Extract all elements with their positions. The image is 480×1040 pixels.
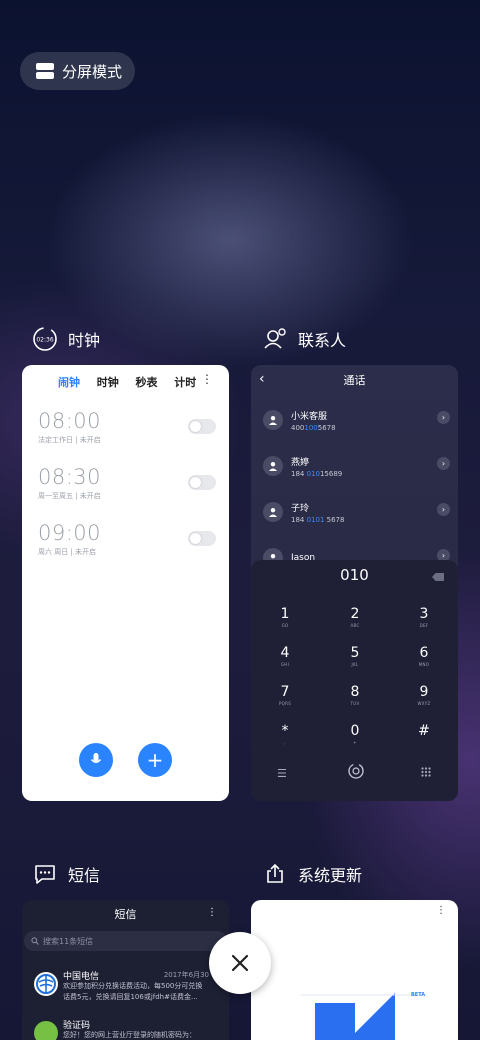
contacts-app-name: 联系人 bbox=[298, 331, 347, 350]
tab-stopwatch[interactable]: 秒表 bbox=[136, 374, 175, 390]
chevron-right-icon[interactable]: › bbox=[437, 503, 450, 516]
sms-search-input[interactable]: 搜索11条短信 bbox=[24, 931, 227, 951]
tab-alarm[interactable]: 闹钟 bbox=[58, 374, 97, 390]
message-item[interactable]: 验证码 您好！您的网上营业厅登录的随机密码为： bbox=[34, 1018, 221, 1040]
alarm-toggle[interactable] bbox=[188, 475, 216, 490]
chevron-right-icon[interactable]: › bbox=[437, 411, 450, 424]
avatar-icon bbox=[263, 502, 283, 522]
clock-app-icon: 02:36 bbox=[32, 326, 58, 352]
dial-key-7[interactable]: 7 PQRS bbox=[255, 684, 315, 706]
alarm-desc: 周一至周五 | 未开启 bbox=[38, 492, 101, 500]
contact-row[interactable]: 燕婷 184 01015689 › bbox=[263, 449, 450, 483]
contact-row[interactable]: 子玲 184 0101 5678 › bbox=[263, 495, 450, 529]
message-app-icon bbox=[32, 861, 58, 887]
alarm-toggle[interactable] bbox=[188, 531, 216, 546]
update-app-icon bbox=[262, 861, 288, 887]
sms-app-title[interactable]: 短信 bbox=[32, 861, 100, 887]
search-icon bbox=[31, 937, 39, 945]
contact-number: 184 0101 5678 bbox=[291, 515, 345, 524]
split-screen-label: 分屏模式 bbox=[62, 62, 123, 81]
dial-key-6[interactable]: 6 MNO bbox=[394, 645, 454, 667]
sms-header: 短信 bbox=[114, 908, 137, 921]
update-illustration bbox=[301, 993, 426, 1040]
dial-key-1[interactable]: 1 GO bbox=[255, 606, 315, 628]
dial-key-star[interactable]: *, bbox=[255, 723, 315, 745]
search-placeholder: 搜索11条短信 bbox=[43, 936, 94, 946]
dial-key-0[interactable]: 0 + bbox=[325, 723, 385, 745]
telecom-logo-icon bbox=[34, 972, 58, 996]
split-screen-icon bbox=[36, 63, 54, 79]
contact-name: 燕婷 bbox=[291, 457, 310, 468]
dial-key-3[interactable]: 3 DEF bbox=[394, 606, 454, 628]
clear-all-button[interactable] bbox=[209, 932, 271, 994]
alarm-toggle[interactable] bbox=[188, 419, 216, 434]
dial-key-8[interactable]: 8 TUV bbox=[325, 684, 385, 706]
sms-app-card[interactable]: 短信 ⋮ 搜索11条短信 中国电信 2017年6月30 欢迎参加积分兑换话费活动… bbox=[22, 900, 229, 1040]
dialpad: 010 1 GO 2 ABC 3 DEF 4 GHI 5 JKL 6 MNO 7 PQRS 8… bbox=[251, 560, 458, 801]
alarm-item[interactable]: 08:30 周一至周五 | 未开启 bbox=[38, 465, 216, 515]
message-preview: 您好！您的网上营业厅登录的随机密码为： bbox=[63, 1031, 196, 1039]
contacts-app-title[interactable]: 联系人 bbox=[262, 326, 346, 352]
alarm-item[interactable]: 09:00 周六 周日 | 未开启 bbox=[38, 521, 216, 571]
sms-app-name: 短信 bbox=[68, 866, 101, 885]
chevron-right-icon[interactable]: › bbox=[437, 457, 450, 470]
update-app-card[interactable]: ⋮ BETA bbox=[251, 900, 458, 1040]
close-icon bbox=[231, 954, 249, 972]
update-app-title[interactable]: 系统更新 bbox=[262, 861, 362, 887]
add-alarm-button[interactable]: + bbox=[138, 743, 172, 777]
avatar-icon bbox=[263, 410, 283, 430]
back-icon[interactable]: ‹ bbox=[259, 371, 265, 387]
split-screen-button[interactable]: 分屏模式 bbox=[20, 52, 135, 90]
dial-key-hash[interactable]: # bbox=[394, 723, 454, 740]
clock-icon-time: 02:36 bbox=[36, 337, 53, 344]
more-icon[interactable]: ⋮ bbox=[201, 372, 213, 386]
contacts-app-card[interactable]: ‹ 通话 小米客服 4001005678 › 燕婷 184 01015689 ›… bbox=[251, 365, 458, 801]
tab-clock[interactable]: 时钟 bbox=[97, 374, 136, 390]
keypad-icon[interactable] bbox=[421, 767, 431, 780]
contact-row[interactable]: 小米客服 4001005678 › bbox=[263, 403, 450, 437]
update-app-name: 系统更新 bbox=[298, 866, 363, 885]
plus-icon: + bbox=[146, 748, 164, 772]
alarm-item[interactable]: 08:00 法定工作日 | 未开启 bbox=[38, 409, 216, 459]
chat-bubble-icon bbox=[34, 1021, 58, 1040]
message-preview: 欢迎参加积分兑换话费活动，每500分可兑换话费5元，兑换请回复106或jfdh#… bbox=[63, 982, 203, 1001]
alarm-desc: 周六 周日 | 未开启 bbox=[38, 548, 97, 556]
contact-number: 4001005678 bbox=[291, 423, 336, 432]
clock-app-name: 时钟 bbox=[68, 331, 101, 350]
contacts-header: 通话 bbox=[343, 374, 366, 387]
dial-input: 010 bbox=[340, 566, 369, 584]
call-icon[interactable] bbox=[347, 762, 365, 783]
alarm-desc: 法定工作日 | 未开启 bbox=[38, 436, 101, 444]
contact-number: 184 01015689 bbox=[291, 469, 343, 478]
more-icon[interactable]: ⋮ bbox=[207, 907, 217, 918]
clock-app-card[interactable]: 闹钟 时钟 秒表 计时 ⋮ 08:00 法定工作日 | 未开启 08:30 周一… bbox=[22, 365, 229, 801]
microphone-icon bbox=[90, 753, 102, 763]
clock-app-title[interactable]: 02:36 时钟 bbox=[32, 326, 100, 352]
menu-icon[interactable]: ☰ bbox=[277, 767, 287, 780]
avatar-icon bbox=[263, 456, 283, 476]
dial-key-9[interactable]: 9 WXYZ bbox=[394, 684, 454, 706]
message-item[interactable]: 中国电信 2017年6月30 欢迎参加积分兑换话费活动，每500分可兑换话费5元… bbox=[34, 969, 221, 1009]
message-date: 2017年6月30 bbox=[163, 971, 209, 979]
contact-name: 小米客服 bbox=[291, 411, 328, 422]
dial-key-5[interactable]: 5 JKL bbox=[325, 645, 385, 667]
dial-key-2[interactable]: 2 ABC bbox=[325, 606, 385, 628]
dial-key-4[interactable]: 4 GHI bbox=[255, 645, 315, 667]
beta-label: BETA bbox=[411, 992, 426, 998]
voice-alarm-button[interactable] bbox=[79, 743, 113, 777]
contact-name: 子玲 bbox=[291, 503, 310, 514]
contacts-app-icon bbox=[262, 326, 288, 352]
